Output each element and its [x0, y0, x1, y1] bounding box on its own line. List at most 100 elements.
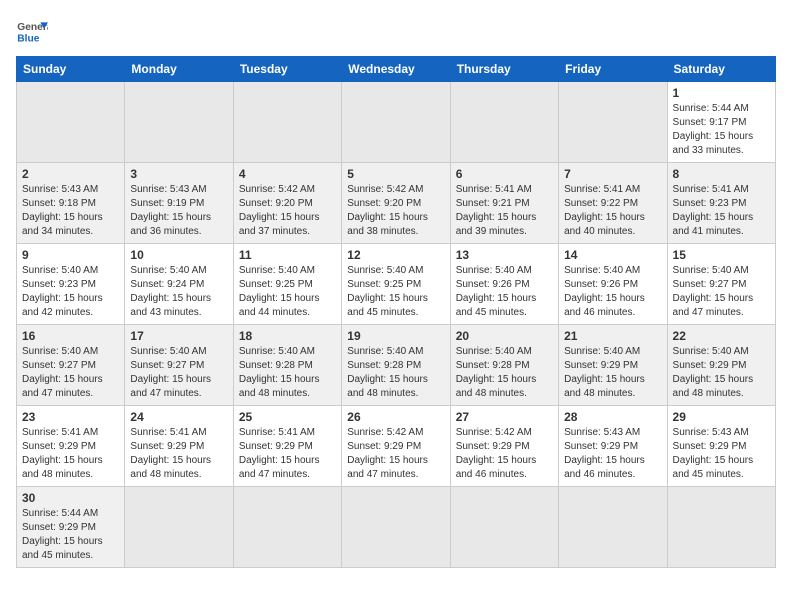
- calendar-cell: 16 Sunrise: 5:40 AM Sunset: 9:27 PM Dayli…: [17, 325, 125, 406]
- day-info: Sunrise: 5:41 AM Sunset: 9:29 PM Dayligh…: [22, 426, 119, 482]
- weekday-wednesday: Wednesday: [342, 57, 450, 82]
- day-info: Sunrise: 5:40 AM Sunset: 9:26 PM Dayligh…: [456, 264, 553, 320]
- day-number: 17: [130, 329, 227, 343]
- day-number: 9: [22, 248, 119, 262]
- day-info: Sunrise: 5:42 AM Sunset: 9:29 PM Dayligh…: [456, 426, 553, 482]
- page-header: General Blue: [16, 16, 776, 48]
- calendar-cell: 10 Sunrise: 5:40 AM Sunset: 9:24 PM Dayli…: [125, 244, 233, 325]
- day-number: 12: [347, 248, 444, 262]
- day-number: 18: [239, 329, 336, 343]
- calendar-cell: 17 Sunrise: 5:40 AM Sunset: 9:27 PM Dayli…: [125, 325, 233, 406]
- calendar-week-6: 30Sunrise: 5:44 AM Sunset: 9:29 PM Dayli…: [17, 487, 776, 568]
- day-number: 5: [347, 167, 444, 181]
- calendar-cell: 28Sunrise: 5:43 AM Sunset: 9:29 PM Dayli…: [559, 406, 667, 487]
- day-number: 3: [130, 167, 227, 181]
- logo-icon: General Blue: [16, 16, 48, 48]
- day-number: 26: [347, 410, 444, 424]
- day-info: Sunrise: 5:41 AM Sunset: 9:21 PM Dayligh…: [456, 183, 553, 239]
- calendar-cell: [233, 487, 341, 568]
- day-number: 22: [673, 329, 770, 343]
- day-info: Sunrise: 5:43 AM Sunset: 9:29 PM Dayligh…: [673, 426, 770, 482]
- calendar-week-1: 1 Sunrise: 5:44 AM Sunset: 9:17 PM Daylig…: [17, 82, 776, 163]
- day-info: Sunrise: 5:40 AM Sunset: 9:28 PM Dayligh…: [347, 345, 444, 401]
- logo: General Blue: [16, 16, 48, 48]
- calendar-cell: 11Sunrise: 5:40 AM Sunset: 9:25 PM Dayli…: [233, 244, 341, 325]
- svg-text:Blue: Blue: [17, 34, 39, 45]
- calendar-cell: 15Sunrise: 5:40 AM Sunset: 9:27 PM Dayli…: [667, 244, 775, 325]
- day-number: 30: [22, 491, 119, 505]
- day-info: Sunrise: 5:40 AM Sunset: 9:28 PM Dayligh…: [239, 345, 336, 401]
- calendar-cell: [450, 487, 558, 568]
- day-info: Sunrise: 5:40 AM Sunset: 9:24 PM Dayligh…: [130, 264, 227, 320]
- day-info: Sunrise: 5:41 AM Sunset: 9:22 PM Dayligh…: [564, 183, 661, 239]
- day-number: 16: [22, 329, 119, 343]
- calendar-cell: 7 Sunrise: 5:41 AM Sunset: 9:22 PM Daylig…: [559, 163, 667, 244]
- calendar-cell: 20 Sunrise: 5:40 AM Sunset: 9:28 PM Dayli…: [450, 325, 558, 406]
- calendar-cell: 14 Sunrise: 5:40 AM Sunset: 9:26 PM Dayli…: [559, 244, 667, 325]
- day-number: 19: [347, 329, 444, 343]
- day-info: Sunrise: 5:40 AM Sunset: 9:27 PM Dayligh…: [130, 345, 227, 401]
- calendar-body: 1 Sunrise: 5:44 AM Sunset: 9:17 PM Daylig…: [17, 82, 776, 568]
- calendar-cell: 22 Sunrise: 5:40 AM Sunset: 9:29 PM Dayli…: [667, 325, 775, 406]
- weekday-tuesday: Tuesday: [233, 57, 341, 82]
- calendar-cell: 5 Sunrise: 5:42 AM Sunset: 9:20 PM Daylig…: [342, 163, 450, 244]
- calendar-cell: 30Sunrise: 5:44 AM Sunset: 9:29 PM Dayli…: [17, 487, 125, 568]
- weekday-monday: Monday: [125, 57, 233, 82]
- weekday-header-row: SundayMondayTuesdayWednesdayThursdayFrid…: [17, 57, 776, 82]
- calendar-cell: 24Sunrise: 5:41 AM Sunset: 9:29 PM Dayli…: [125, 406, 233, 487]
- calendar-cell: [450, 82, 558, 163]
- weekday-thursday: Thursday: [450, 57, 558, 82]
- calendar-cell: [559, 82, 667, 163]
- day-info: Sunrise: 5:40 AM Sunset: 9:27 PM Dayligh…: [22, 345, 119, 401]
- calendar-cell: 2 Sunrise: 5:43 AM Sunset: 9:18 PM Daylig…: [17, 163, 125, 244]
- day-info: Sunrise: 5:41 AM Sunset: 9:23 PM Dayligh…: [673, 183, 770, 239]
- calendar-cell: 18 Sunrise: 5:40 AM Sunset: 9:28 PM Dayli…: [233, 325, 341, 406]
- calendar-cell: 21Sunrise: 5:40 AM Sunset: 9:29 PM Dayli…: [559, 325, 667, 406]
- day-number: 10: [130, 248, 227, 262]
- day-number: 13: [456, 248, 553, 262]
- calendar-cell: [233, 82, 341, 163]
- day-info: Sunrise: 5:42 AM Sunset: 9:20 PM Dayligh…: [347, 183, 444, 239]
- day-number: 6: [456, 167, 553, 181]
- day-info: Sunrise: 5:40 AM Sunset: 9:23 PM Dayligh…: [22, 264, 119, 320]
- day-number: 25: [239, 410, 336, 424]
- day-info: Sunrise: 5:40 AM Sunset: 9:26 PM Dayligh…: [564, 264, 661, 320]
- day-number: 28: [564, 410, 661, 424]
- day-number: 8: [673, 167, 770, 181]
- day-number: 11: [239, 248, 336, 262]
- calendar-cell: [342, 82, 450, 163]
- calendar-cell: 23 Sunrise: 5:41 AM Sunset: 9:29 PM Dayli…: [17, 406, 125, 487]
- day-info: Sunrise: 5:42 AM Sunset: 9:29 PM Dayligh…: [347, 426, 444, 482]
- day-info: Sunrise: 5:40 AM Sunset: 9:29 PM Dayligh…: [673, 345, 770, 401]
- calendar-cell: 12 Sunrise: 5:40 AM Sunset: 9:25 PM Dayli…: [342, 244, 450, 325]
- day-number: 1: [673, 86, 770, 100]
- calendar-week-4: 16 Sunrise: 5:40 AM Sunset: 9:27 PM Dayli…: [17, 325, 776, 406]
- calendar-week-2: 2 Sunrise: 5:43 AM Sunset: 9:18 PM Daylig…: [17, 163, 776, 244]
- day-number: 14: [564, 248, 661, 262]
- calendar-week-3: 9 Sunrise: 5:40 AM Sunset: 9:23 PM Daylig…: [17, 244, 776, 325]
- calendar-cell: [17, 82, 125, 163]
- calendar-cell: [125, 82, 233, 163]
- day-info: Sunrise: 5:40 AM Sunset: 9:25 PM Dayligh…: [347, 264, 444, 320]
- day-number: 7: [564, 167, 661, 181]
- calendar-cell: [667, 487, 775, 568]
- calendar-cell: 13 Sunrise: 5:40 AM Sunset: 9:26 PM Dayli…: [450, 244, 558, 325]
- day-number: 20: [456, 329, 553, 343]
- day-info: Sunrise: 5:43 AM Sunset: 9:18 PM Dayligh…: [22, 183, 119, 239]
- day-info: Sunrise: 5:41 AM Sunset: 9:29 PM Dayligh…: [130, 426, 227, 482]
- calendar-cell: 4Sunrise: 5:42 AM Sunset: 9:20 PM Daylig…: [233, 163, 341, 244]
- day-number: 2: [22, 167, 119, 181]
- day-info: Sunrise: 5:44 AM Sunset: 9:17 PM Dayligh…: [673, 102, 770, 158]
- day-info: Sunrise: 5:43 AM Sunset: 9:19 PM Dayligh…: [130, 183, 227, 239]
- weekday-friday: Friday: [559, 57, 667, 82]
- day-number: 23: [22, 410, 119, 424]
- calendar-cell: 19 Sunrise: 5:40 AM Sunset: 9:28 PM Dayli…: [342, 325, 450, 406]
- calendar-cell: 25Sunrise: 5:41 AM Sunset: 9:29 PM Dayli…: [233, 406, 341, 487]
- weekday-sunday: Sunday: [17, 57, 125, 82]
- day-info: Sunrise: 5:40 AM Sunset: 9:27 PM Dayligh…: [673, 264, 770, 320]
- calendar-cell: [342, 487, 450, 568]
- day-info: Sunrise: 5:40 AM Sunset: 9:29 PM Dayligh…: [564, 345, 661, 401]
- calendar-cell: 29Sunrise: 5:43 AM Sunset: 9:29 PM Dayli…: [667, 406, 775, 487]
- day-info: Sunrise: 5:42 AM Sunset: 9:20 PM Dayligh…: [239, 183, 336, 239]
- day-info: Sunrise: 5:40 AM Sunset: 9:28 PM Dayligh…: [456, 345, 553, 401]
